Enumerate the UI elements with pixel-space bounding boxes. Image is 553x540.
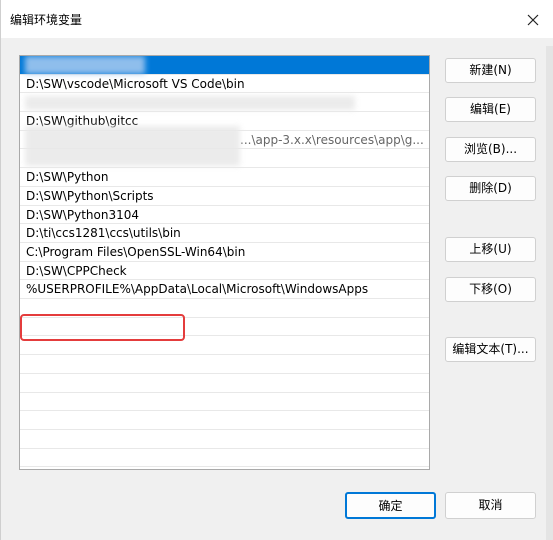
background-window-edge [546,46,553,540]
edit-env-var-dialog: 编辑环境变量 D:\SW\vscode\Microsoft VS Code\bi… [0,0,553,540]
list-item[interactable]: D:\SW\Python\Scripts [20,187,429,206]
list-item[interactable] [20,393,429,412]
delete-button[interactable]: 删除(D) [445,176,536,201]
move-up-button[interactable]: 上移(U) [445,237,536,262]
title-bar: 编辑环境变量 [1,0,553,38]
list-item[interactable] [20,355,429,374]
ok-button[interactable]: 确定 [345,492,436,519]
list-item[interactable] [20,430,429,449]
cancel-button[interactable]: 取消 [445,492,536,519]
dialog-title: 编辑环境变量 [10,13,83,27]
edit-text-button[interactable]: 编辑文本(T)... [445,337,536,362]
list-item[interactable]: %USERPROFILE%\AppData\Local\Microsoft\Wi… [20,280,429,300]
list-item-partial-text: ...\app-3.x.x\resources\app\g... [240,132,424,147]
path-list[interactable]: D:\SW\vscode\Microsoft VS Code\bin D:\SW… [19,55,430,470]
close-icon [527,14,539,26]
list-item[interactable]: D:\SW\Python [20,168,429,187]
redacted-region [25,126,240,166]
close-button[interactable] [513,5,553,35]
redacted-region [25,96,355,110]
browse-button[interactable]: 浏览(B)... [445,137,536,162]
list-item[interactable] [20,374,429,393]
list-item[interactable]: D:\SW\vscode\Microsoft VS Code\bin [20,75,429,94]
new-button[interactable]: 新建(N) [445,58,536,83]
list-item[interactable]: D:\ti\ccs1281\ccs\utils\bin [20,224,429,243]
highlight-box [20,314,185,341]
list-item[interactable]: D:\SW\Python3104 [20,206,429,225]
list-item[interactable]: C:\Program Files\OpenSSL-Win64\bin [20,243,429,262]
list-item[interactable] [20,411,429,430]
list-item[interactable] [20,449,429,468]
list-item[interactable]: D:\SW\CPPCheck [20,262,429,281]
move-down-button[interactable]: 下移(O) [445,277,536,302]
redacted-region [25,56,145,74]
edit-button[interactable]: 编辑(E) [445,97,536,122]
